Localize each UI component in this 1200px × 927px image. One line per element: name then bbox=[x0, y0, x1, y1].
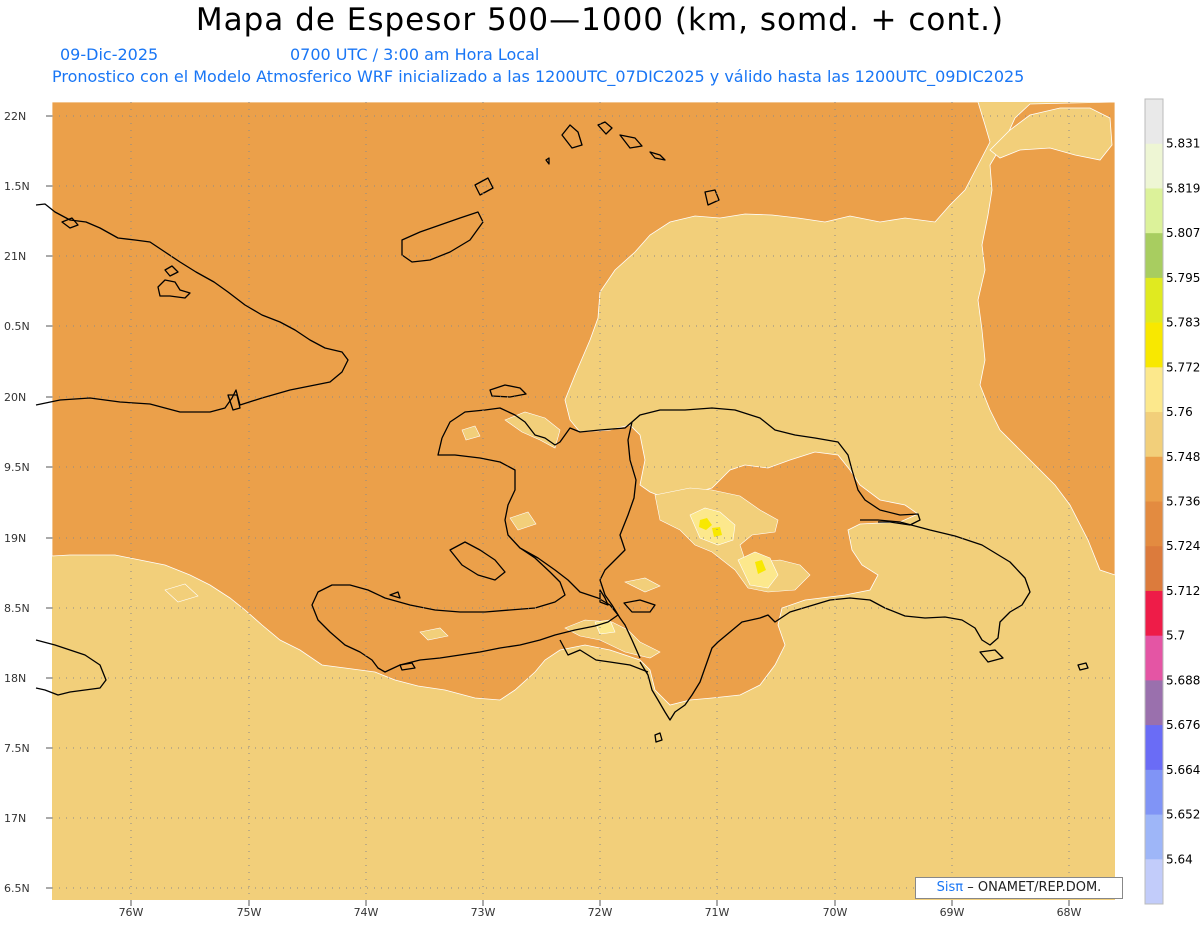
colorbar-swatch bbox=[1145, 277, 1163, 324]
colorbar-swatch bbox=[1145, 367, 1163, 413]
colorbar-swatch bbox=[1145, 188, 1163, 234]
colorbar-label: 5.664 bbox=[1166, 763, 1200, 777]
lon-tick-label: 69W bbox=[940, 906, 965, 919]
colorbar-swatch bbox=[1145, 546, 1163, 592]
colorbar-swatch bbox=[1145, 233, 1163, 279]
colorbar-label: 5.676 bbox=[1166, 718, 1200, 732]
lon-tick-label: 72W bbox=[588, 906, 613, 919]
lat-tick-label: 0.5N bbox=[4, 320, 30, 333]
colorbar-label: 5.76 bbox=[1166, 405, 1193, 419]
colorbar-swatch bbox=[1145, 725, 1163, 771]
colorbar-label: 5.783 bbox=[1166, 316, 1200, 330]
colorbar-label: 5.819 bbox=[1166, 181, 1200, 195]
colorbar-swatch bbox=[1145, 99, 1163, 145]
lat-tick-label: 8.5N bbox=[4, 602, 30, 615]
lat-tick-label: 9.5N bbox=[4, 461, 30, 474]
lon-tick-label: 73W bbox=[471, 906, 496, 919]
lat-tick-label: 19N bbox=[4, 532, 26, 545]
colorbar-label: 5.688 bbox=[1166, 673, 1200, 687]
colorbar-label: 5.831 bbox=[1166, 137, 1200, 151]
lat-tick-label: 22N bbox=[4, 110, 26, 123]
lat-tick-label: 20N bbox=[4, 391, 26, 404]
lon-tick-label: 71W bbox=[705, 906, 730, 919]
colorbar-label: 5.795 bbox=[1166, 271, 1200, 285]
lat-tick-label: 21N bbox=[4, 250, 26, 263]
lat-tick-label: 7.5N bbox=[4, 742, 30, 755]
lon-tick-label: 75W bbox=[237, 906, 262, 919]
sispi-logo: Sisπ bbox=[936, 880, 964, 895]
lat-tick-label: 18N bbox=[4, 672, 26, 685]
lon-axis: 76W 75W 74W 73W 72W 71W 70W 69W 68W bbox=[119, 900, 1082, 919]
colorbar-swatch bbox=[1145, 769, 1163, 816]
colorbar-swatch bbox=[1145, 814, 1163, 860]
colorbar-label: 5.748 bbox=[1166, 450, 1200, 464]
colorbar-label: 5.652 bbox=[1166, 808, 1200, 822]
colorbar-swatch bbox=[1145, 859, 1163, 905]
colorbar: 5.831 5.819 5.807 5.795 5.783 5.772 5.76 5.748 5… bbox=[1144, 98, 1200, 905]
colorbar-label: 5.736 bbox=[1166, 495, 1200, 509]
lon-tick-label: 70W bbox=[823, 906, 848, 919]
lon-tick-label: 76W bbox=[119, 906, 144, 919]
colorbar-label: 5.807 bbox=[1166, 226, 1200, 240]
lat-axis: 22N 1.5N 21N 0.5N 20N 9.5N 19N 8.5N 18N … bbox=[4, 110, 52, 895]
thickness-map: 22N 1.5N 21N 0.5N 20N 9.5N 19N 8.5N 18N … bbox=[4, 98, 1200, 919]
colorbar-swatch bbox=[1145, 412, 1163, 458]
credit-text: – ONAMET/REP.DOM. bbox=[967, 880, 1102, 895]
lon-tick-label: 74W bbox=[354, 906, 379, 919]
colorbar-label: 5.772 bbox=[1166, 360, 1200, 374]
colorbar-swatch bbox=[1145, 590, 1163, 637]
lat-tick-label: 17N bbox=[4, 812, 26, 825]
colorbar-swatch bbox=[1145, 501, 1163, 547]
colorbar-swatch bbox=[1145, 456, 1163, 502]
colorbar-swatch bbox=[1145, 143, 1163, 189]
lat-tick-label: 1.5N bbox=[4, 180, 30, 193]
colorbar-label: 5.7 bbox=[1166, 629, 1185, 643]
colorbar-label: 5.712 bbox=[1166, 584, 1200, 598]
colorbar-swatch bbox=[1145, 322, 1163, 368]
colorbar-swatch bbox=[1145, 680, 1163, 726]
colorbar-label: 5.724 bbox=[1166, 539, 1200, 553]
colorbar-swatch bbox=[1145, 635, 1163, 681]
lat-tick-label: 6.5N bbox=[4, 882, 30, 895]
credit-label: Sisπ – ONAMET/REP.DOM. bbox=[915, 877, 1123, 899]
lon-tick-label: 68W bbox=[1057, 906, 1082, 919]
colorbar-label: 5.64 bbox=[1166, 852, 1193, 866]
